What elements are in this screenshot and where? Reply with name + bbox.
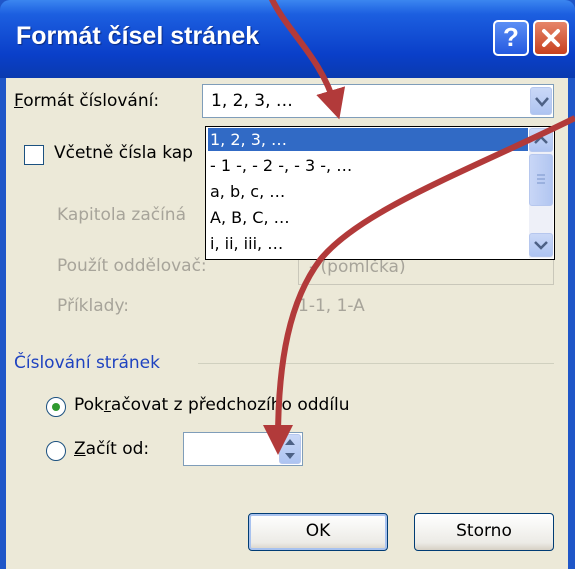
title-bar: Formát čísel stránek ? [0, 0, 575, 78]
section-divider [198, 363, 554, 364]
separator-value: - (pomlčka) [309, 257, 406, 277]
continue-label: Pokračovat z předchozího oddílu [74, 395, 350, 415]
list-item[interactable]: a, b, c, … [208, 180, 528, 203]
numbering-format-label: Formát číslování: [14, 91, 160, 111]
grip-icon [537, 174, 545, 184]
examples-value: 1-1, 1-A [298, 296, 365, 316]
page-numbering-section-title: Číslování stránek [14, 353, 160, 373]
chapter-starts-label: Kapitola začíná [57, 205, 186, 225]
spinner-up-icon[interactable] [280, 435, 300, 449]
close-icon [542, 29, 560, 47]
chevron-down-icon [535, 97, 549, 107]
chevron-down-icon [534, 241, 548, 250]
cancel-button[interactable]: Storno [414, 513, 554, 551]
help-button[interactable]: ? [493, 20, 529, 56]
include-chapter-checkbox[interactable] [24, 145, 44, 165]
chevron-up-icon [534, 135, 548, 144]
start-at-spinner[interactable] [183, 432, 303, 466]
continue-radio[interactable] [46, 397, 66, 417]
scroll-down-button[interactable] [529, 233, 553, 257]
start-at-radio[interactable] [46, 441, 66, 461]
numbering-format-list[interactable]: 1, 2, 3, … - 1 -, - 2 -, - 3 -, … a, b, … [205, 126, 555, 260]
radio-selected-dot [52, 403, 60, 411]
start-at-label: Začít od: [74, 439, 150, 459]
scroll-up-button[interactable] [529, 128, 553, 152]
dialog-title: Formát čísel stránek [16, 22, 260, 50]
numbering-format-value: 1, 2, 3, … [211, 91, 293, 111]
spinner-buttons[interactable] [279, 434, 301, 464]
numbering-format-combo[interactable]: 1, 2, 3, … [202, 84, 554, 118]
dialog-window: Formát čísel stránek ? Formát číslování:… [0, 0, 575, 569]
list-item[interactable]: - 1 -, - 2 -, - 3 -, … [208, 154, 528, 177]
list-scrollbar[interactable] [529, 128, 553, 258]
spinner-down-icon[interactable] [280, 449, 300, 463]
separator-label: Použít oddělovač: [57, 256, 207, 276]
close-button[interactable] [533, 20, 569, 56]
examples-label: Příklady: [57, 296, 129, 316]
list-item[interactable]: 1, 2, 3, … [208, 128, 528, 151]
include-chapter-label: Včetně čísla kap [54, 143, 193, 163]
dropdown-button[interactable] [530, 87, 552, 115]
ok-button[interactable]: OK [248, 513, 388, 551]
list-item[interactable]: i, ii, iii, … [208, 232, 528, 255]
list-item[interactable]: A, B, C, … [208, 206, 528, 229]
scroll-thumb[interactable] [529, 154, 553, 206]
